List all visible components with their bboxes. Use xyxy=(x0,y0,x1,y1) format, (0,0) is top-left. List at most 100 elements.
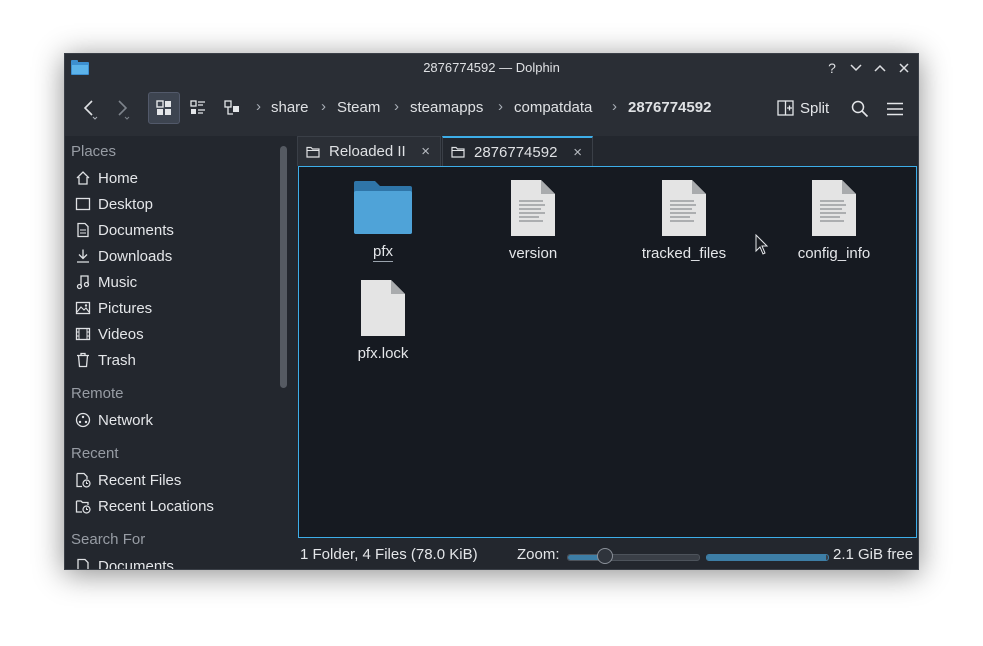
sidebar-item-label: Home xyxy=(98,169,139,187)
sidebar-scrollbar[interactable] xyxy=(280,146,287,388)
icons-view-icon xyxy=(156,100,171,115)
sidebar-item-videos[interactable]: Videos xyxy=(71,322,271,346)
mouse-pointer-icon xyxy=(755,234,769,255)
recent-files-icon xyxy=(73,470,93,490)
sidebar-item-label: Music xyxy=(98,273,138,291)
help-icon: ? xyxy=(828,60,836,76)
file-item-blank[interactable]: pfx.lock xyxy=(323,279,443,362)
sidebar-item-label: Desktop xyxy=(98,195,154,213)
search-button[interactable] xyxy=(847,96,873,122)
sidebar-item-music[interactable]: Music xyxy=(71,270,271,294)
recent-locations-icon xyxy=(73,496,93,516)
close-icon xyxy=(899,63,909,73)
title-bar[interactable]: 2876774592 — Dolphin ? xyxy=(65,54,918,82)
sidebar-item-pictures[interactable]: Pictures xyxy=(71,296,271,320)
hamburger-menu-icon xyxy=(887,102,903,116)
sidebar-item-network[interactable]: Network xyxy=(71,408,271,432)
text-file-icon xyxy=(662,180,706,236)
folder-icon xyxy=(451,146,465,158)
sidebar-item-documents[interactable]: Documents xyxy=(71,218,271,242)
breadcrumb-separator-icon: › xyxy=(321,98,326,115)
search-icon xyxy=(851,100,869,118)
status-summary: 1 Folder, 4 Files (78.0 KiB) xyxy=(300,546,478,563)
sidebar-item-label: Recent Files xyxy=(98,471,182,489)
tab-2876774592[interactable]: 2876774592 × xyxy=(442,136,593,166)
toolbar: › share › Steam › steamapps › compatdata… xyxy=(65,82,918,136)
menu-button[interactable] xyxy=(882,96,908,122)
split-label: Split xyxy=(800,99,830,117)
documents-icon xyxy=(73,220,93,240)
minimize-button[interactable] xyxy=(846,58,866,78)
help-button[interactable]: ? xyxy=(822,58,842,78)
places-heading: Places xyxy=(71,143,117,160)
sidebar-item-label: Network xyxy=(98,411,154,429)
sidebar-item-home[interactable]: Home xyxy=(71,166,271,190)
window-title: 2876774592 — Dolphin xyxy=(423,60,560,75)
downloads-icon xyxy=(73,246,93,266)
split-view-icon xyxy=(777,100,794,116)
sidebar-item-label: Pictures xyxy=(98,299,153,317)
breadcrumb-separator-icon: › xyxy=(612,98,617,115)
breadcrumb-steamapps[interactable]: steamapps xyxy=(410,99,483,116)
sidebar-item-recent-files[interactable]: Recent Files xyxy=(71,468,271,492)
details-view-button[interactable] xyxy=(219,92,247,124)
close-button[interactable] xyxy=(894,58,914,78)
folder-icon xyxy=(306,146,320,158)
forward-button[interactable] xyxy=(111,96,133,122)
icons-view-button[interactable] xyxy=(148,92,180,124)
free-space-label: 2.1 GiB free xyxy=(833,546,914,563)
file-name: version xyxy=(508,245,558,262)
desktop-icon xyxy=(73,194,93,214)
dolphin-window: 2876774592 — Dolphin ? › share › Steam ›… xyxy=(64,53,919,570)
zoom-slider[interactable] xyxy=(567,548,700,564)
file-item-folder[interactable]: pfx xyxy=(323,179,443,262)
sidebar-item-label: Downloads xyxy=(98,247,173,265)
chevron-up-icon xyxy=(874,64,886,72)
close-tab-icon[interactable]: × xyxy=(421,143,430,160)
back-button[interactable] xyxy=(79,96,101,122)
tab-label: 2876774592 xyxy=(474,143,558,161)
free-space-bar-fill xyxy=(707,555,826,560)
status-bar: 1 Folder, 4 Files (78.0 KiB) Zoom: 2.1 G… xyxy=(65,542,918,569)
breadcrumb-compatdata[interactable]: compatdata xyxy=(514,99,592,116)
file-item-text[interactable]: config_info xyxy=(774,179,894,262)
sidebar-item-recent-locations[interactable]: Recent Locations xyxy=(71,494,271,518)
videos-icon xyxy=(73,324,93,344)
chevron-down-icon xyxy=(850,64,862,72)
places-sidebar: Places Home Desktop Documents Downloads … xyxy=(65,136,275,569)
trash-icon xyxy=(73,350,93,370)
file-name: pfx.lock xyxy=(357,345,409,362)
sidebar-item-label: Recent Locations xyxy=(98,497,214,515)
tab-reloaded-ii[interactable]: Reloaded II × xyxy=(297,136,441,166)
text-file-icon xyxy=(511,180,555,236)
breadcrumb-current[interactable]: 2876774592 xyxy=(628,99,711,116)
zoom-slider-handle[interactable] xyxy=(596,548,613,564)
tab-label: Reloaded II xyxy=(329,143,406,160)
breadcrumb-separator-icon: › xyxy=(394,98,399,115)
file-name: config_info xyxy=(797,245,871,262)
compact-view-button[interactable] xyxy=(184,92,212,124)
close-tab-icon[interactable]: × xyxy=(573,144,582,161)
free-space-bar xyxy=(706,554,829,561)
breadcrumb-steam[interactable]: Steam xyxy=(337,99,380,116)
sidebar-item-trash[interactable]: Trash xyxy=(71,348,271,372)
breadcrumb-separator-icon: › xyxy=(256,98,261,115)
zoom-label: Zoom: xyxy=(517,546,560,563)
remote-heading: Remote xyxy=(71,385,124,402)
tab-bar: Reloaded II × 2876774592 × xyxy=(297,136,918,166)
sidebar-item-downloads[interactable]: Downloads xyxy=(71,244,271,268)
sidebar-item-desktop[interactable]: Desktop xyxy=(71,192,271,216)
file-item-text[interactable]: tracked_files xyxy=(624,179,744,262)
file-view[interactable]: pfx version tracked_files config_info pf… xyxy=(298,166,917,538)
arrow-right-icon xyxy=(118,100,130,120)
file-item-text[interactable]: version xyxy=(473,179,593,262)
maximize-button[interactable] xyxy=(870,58,890,78)
breadcrumb-share[interactable]: share xyxy=(271,99,309,116)
file-name: pfx xyxy=(372,243,393,262)
split-button[interactable]: Split xyxy=(777,93,829,123)
details-view-icon xyxy=(224,100,239,115)
breadcrumb-separator-icon: › xyxy=(498,98,503,115)
compact-view-icon xyxy=(190,100,205,114)
home-icon xyxy=(73,168,93,188)
arrow-left-icon xyxy=(83,100,98,120)
